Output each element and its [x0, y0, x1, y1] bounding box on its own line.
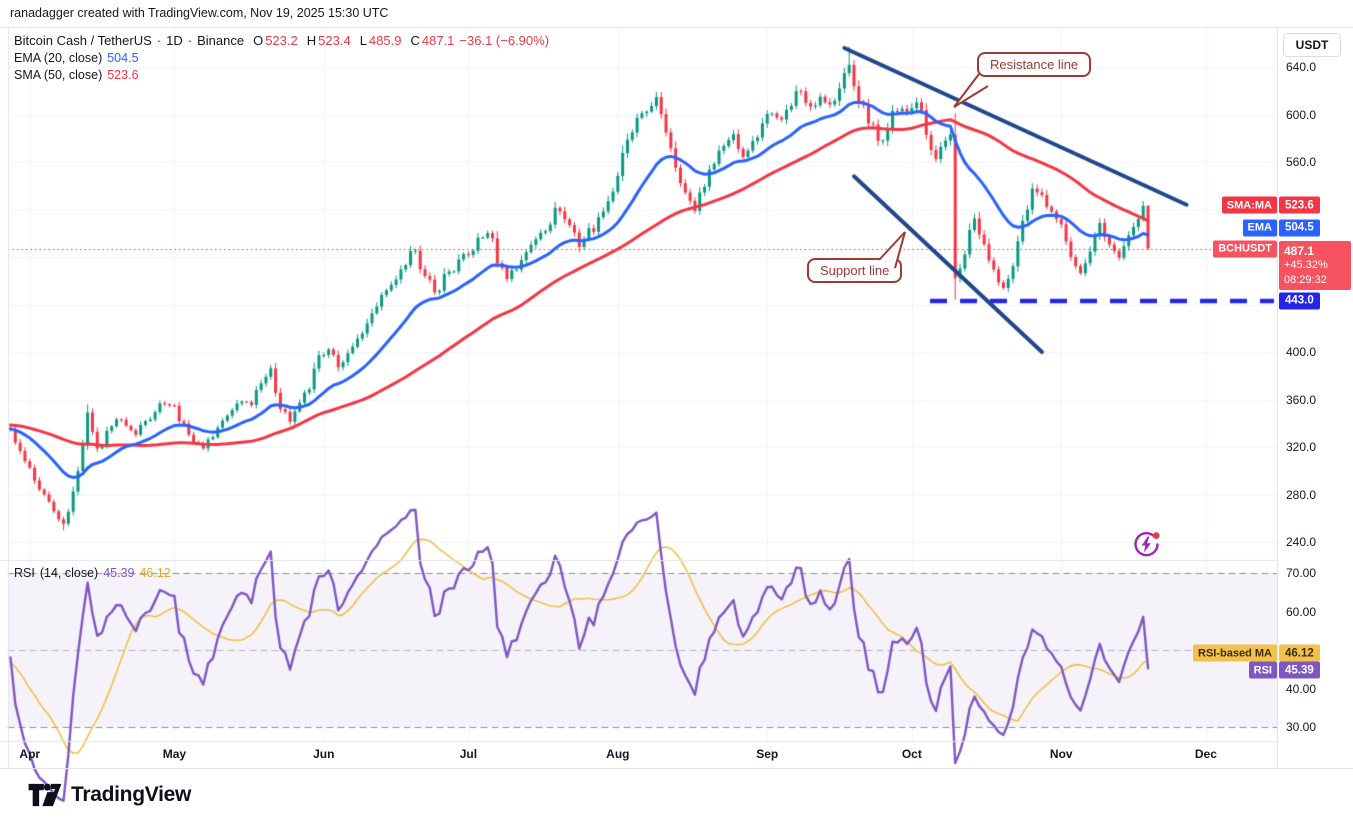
support-line-callout[interactable]: Support line: [807, 231, 906, 283]
low-letter: L: [359, 33, 367, 48]
ema-axis-value: 504.5: [1279, 219, 1320, 237]
month-axis-label: May: [162, 747, 187, 761]
callout-tail: [953, 73, 989, 108]
rsi-tick-label: 60.00: [1286, 604, 1317, 619]
last-price-axis-box: 487.1 +45.32% 08:29:32: [1279, 240, 1351, 291]
currency-toggle-button[interactable]: USDT: [1283, 33, 1341, 57]
sma-axis-tag: SMA:MA: [1221, 196, 1277, 214]
rsi-tick-label: 40.00: [1286, 681, 1317, 696]
resistance-line-callout[interactable]: Resistance line: [953, 52, 1092, 108]
flash-alert-icon[interactable]: [1132, 530, 1161, 559]
main-chart-legend: Bitcoin Cash / TetherUS · 1D · Binance O…: [14, 33, 549, 84]
legend-separator: ·: [187, 33, 193, 48]
change-value: −36.1 (−6.90%): [459, 33, 550, 48]
rsi-tick-label: 70.00: [1286, 566, 1317, 580]
month-axis-label: Nov: [1049, 747, 1073, 761]
high-letter: H: [306, 33, 317, 48]
sma-indicator-value: 523.6: [107, 68, 139, 82]
rsi-value: 45.39: [103, 566, 135, 580]
time-axis[interactable]: Apr May Jun Jul Aug Sep Oct Nov Dec: [0, 741, 1353, 768]
month-axis-label: Jun: [313, 747, 335, 761]
price-tick-label: 320.0: [1286, 440, 1317, 454]
tradingview-wordmark: TradingView: [71, 783, 192, 806]
rsi-tick-label: 30.00: [1286, 720, 1317, 734]
callout-tail: [878, 231, 906, 269]
header-credit: ranadagger created with TradingView.com,…: [10, 6, 389, 20]
rsi-axis-tag: RSI: [1248, 661, 1277, 679]
exchange-label[interactable]: Binance: [197, 33, 244, 49]
month-axis-label: Jul: [459, 747, 478, 761]
bar-close-countdown: 08:29:32: [1284, 273, 1327, 286]
symbol-axis-tag: BCHUSDT: [1213, 240, 1277, 258]
price-tick-label: 600.0: [1286, 107, 1317, 122]
ema-indicator-value: 504.5: [107, 51, 139, 65]
symbol-title[interactable]: Bitcoin Cash / TetherUS: [14, 33, 152, 49]
month-axis-label: Aug: [606, 747, 630, 761]
month-axis-label: Apr: [19, 747, 41, 761]
legend-separator: ·: [156, 33, 162, 48]
close-value: 487.1: [421, 33, 455, 48]
open-value: 523.2: [265, 33, 298, 48]
last-price-change-pct: +45.32%: [1284, 259, 1328, 272]
price-tick-label: 360.0: [1286, 392, 1317, 407]
rsi-axis-value: 45.39: [1279, 661, 1320, 679]
rsi-ma-axis-tag: RSI-based MA: [1193, 644, 1277, 662]
tradingview-logomark: [28, 783, 62, 807]
last-price-value: 487.1: [1284, 243, 1315, 258]
price-tick-label: 640.0: [1286, 60, 1317, 74]
ema-axis-tag: EMA: [1242, 219, 1277, 237]
tradingview-chart-page: { "header": { "credit": "ranadagger crea…: [0, 0, 1353, 826]
price-tick-label: 400.0: [1286, 345, 1317, 359]
rsi-ma-axis-value: 46.12: [1279, 644, 1320, 662]
price-tick-label: 240.0: [1286, 535, 1317, 549]
rsi-indicator-title[interactable]: RSI: [14, 566, 35, 580]
price-tick-label: 280.0: [1286, 487, 1317, 502]
price-chart-canvas[interactable]: [0, 0, 1353, 826]
rsi-ma-value: 46.12: [139, 566, 171, 580]
high-value: 523.4: [318, 33, 351, 48]
low-value: 485.9: [368, 33, 402, 48]
tradingview-logo[interactable]: TradingView: [28, 781, 191, 809]
price-tick-label: 560.0: [1286, 155, 1317, 169]
support-level-axis-value: 443.0: [1279, 292, 1320, 310]
resistance-callout-text: Resistance line: [977, 52, 1092, 77]
rsi-legend: RSI (14, close) 45.39 46.12: [14, 566, 171, 580]
close-letter: C: [410, 33, 420, 48]
month-axis-label: Oct: [901, 747, 922, 761]
month-axis-label: Sep: [756, 747, 779, 761]
interval-label[interactable]: 1D: [166, 33, 183, 49]
sma-indicator-label[interactable]: SMA (50, close): [14, 67, 102, 83]
rsi-indicator-params: (14, close): [39, 566, 99, 580]
ema-indicator-label[interactable]: EMA (20, close): [14, 50, 102, 66]
sma-axis-value: 523.6: [1279, 196, 1320, 214]
open-letter: O: [253, 33, 264, 48]
month-axis-label: Dec: [1194, 747, 1217, 761]
